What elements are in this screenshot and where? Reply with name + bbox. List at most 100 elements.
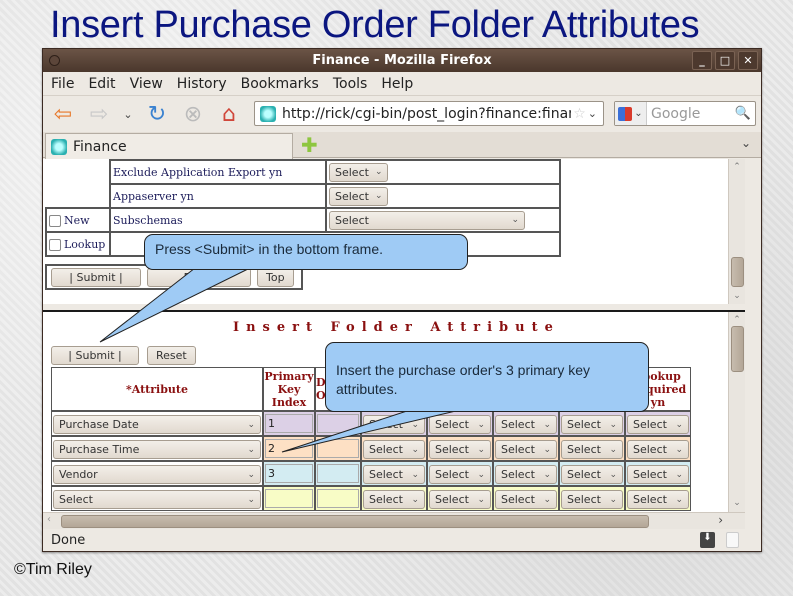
- download-icon[interactable]: ⬇: [700, 532, 715, 548]
- yn-select[interactable]: Select ⌄: [561, 440, 623, 459]
- menu-tools[interactable]: Tools: [333, 76, 368, 92]
- window-menu-icon[interactable]: [49, 55, 60, 66]
- back-icon[interactable]: ⇦: [49, 100, 77, 128]
- yn-select[interactable]: Select ⌄: [363, 490, 425, 509]
- subschemas-select[interactable]: Select ⌄: [329, 210, 525, 230]
- top-button[interactable]: Top: [257, 267, 294, 287]
- lookup-checkbox-cell: Lookup: [45, 231, 111, 257]
- forward-icon[interactable]: ⇨: [85, 100, 113, 128]
- top-scroll-thumb[interactable]: [731, 257, 744, 287]
- search-engine-selector[interactable]: ⌄: [615, 102, 647, 125]
- yn-select[interactable]: Select ⌄: [429, 465, 491, 484]
- menu-history[interactable]: History: [177, 76, 227, 92]
- field-label: Appaserver yn: [109, 183, 327, 209]
- search-input[interactable]: Google: [647, 106, 735, 122]
- status-text: Done: [51, 532, 86, 548]
- scroll-up-icon[interactable]: ⌃: [729, 315, 745, 325]
- display-order-input[interactable]: [317, 489, 359, 508]
- url-bar[interactable]: http://rick/cgi-bin/post_login?finance:f…: [254, 101, 604, 126]
- yn-select[interactable]: Select ⌄: [561, 465, 623, 484]
- scroll-left-icon[interactable]: ‹: [47, 514, 51, 525]
- top-frame-scrollbar[interactable]: ⌃ ⌄: [728, 159, 745, 304]
- appaserver-select[interactable]: Select ⌄: [329, 186, 389, 206]
- primary-key-hint-callout: Insert the purchase order's 3 primary ke…: [325, 342, 649, 412]
- stop-icon[interactable]: ⊗: [179, 100, 207, 128]
- bookmark-star-icon[interactable]: ☆: [573, 106, 586, 122]
- primary-key-index-input[interactable]: 3: [265, 464, 313, 483]
- bottom-submit-button[interactable]: | Submit |: [51, 346, 139, 365]
- attribute-row: Select ⌄ Select ⌄ Select ⌄ Select ⌄ Select ⌄ Selec…: [51, 486, 691, 511]
- search-bar[interactable]: ⌄ Google 🔍: [614, 101, 756, 126]
- yn-select[interactable]: Select ⌄: [495, 440, 557, 459]
- list-all-tabs-icon[interactable]: ⌄: [741, 136, 751, 150]
- attribute-select[interactable]: Vendor ⌄: [53, 465, 261, 484]
- yn-select[interactable]: Select ⌄: [627, 490, 689, 509]
- yn-select[interactable]: Select ⌄: [561, 490, 623, 509]
- primary-key-index-input[interactable]: 1: [265, 414, 313, 433]
- field-label: Subschemas: [109, 207, 327, 233]
- primary-key-index-input[interactable]: 2: [265, 439, 313, 458]
- display-order-input[interactable]: [317, 464, 359, 483]
- attribute-row: Vendor ⌄ 3 Select ⌄ Select ⌄ Select ⌄ Select ⌄ Sele…: [51, 461, 691, 486]
- history-dropdown-icon[interactable]: ⌄: [121, 100, 135, 128]
- attribute-select[interactable]: Select ⌄: [53, 490, 261, 509]
- home-icon[interactable]: ⌂: [215, 100, 243, 128]
- menu-bookmarks[interactable]: Bookmarks: [241, 76, 319, 92]
- exclude-export-select[interactable]: Select ⌄: [329, 162, 389, 182]
- display-order-input[interactable]: [317, 439, 359, 458]
- menu-edit[interactable]: Edit: [88, 76, 115, 92]
- bottom-scroll-thumb[interactable]: [731, 326, 744, 372]
- attribute-select[interactable]: Purchase Time ⌄: [53, 440, 261, 459]
- scroll-right-icon[interactable]: ›: [718, 513, 723, 527]
- top-reset-button[interactable]: Reset: [147, 267, 251, 287]
- yn-select[interactable]: Select ⌄: [627, 415, 689, 434]
- horizontal-scrollbar[interactable]: ‹ ›: [43, 512, 745, 529]
- addon-icon[interactable]: [726, 532, 739, 548]
- primary-key-index-input[interactable]: [265, 489, 313, 508]
- new-tab-icon[interactable]: ✚: [301, 135, 318, 155]
- yn-select[interactable]: Select ⌄: [627, 440, 689, 459]
- search-icon[interactable]: 🔍: [735, 106, 751, 121]
- yn-select[interactable]: Select ⌄: [429, 490, 491, 509]
- status-bar: Done ⬇: [43, 529, 761, 551]
- yn-select[interactable]: Select ⌄: [495, 490, 557, 509]
- close-button[interactable]: ✕: [738, 51, 758, 70]
- yn-select[interactable]: Select ⌄: [429, 440, 491, 459]
- window-title: Finance - Mozilla Firefox: [312, 53, 492, 68]
- yn-select[interactable]: Select ⌄: [363, 465, 425, 484]
- yn-select[interactable]: Select ⌄: [561, 415, 623, 434]
- reload-icon[interactable]: ↻: [143, 100, 171, 128]
- minimize-button[interactable]: _: [692, 51, 712, 70]
- tab-bar: Finance ✚ ⌄: [43, 132, 761, 159]
- tab-site-icon: [51, 138, 67, 155]
- scroll-down-icon[interactable]: ⌄: [729, 291, 745, 301]
- bottom-frame-scrollbar[interactable]: ⌃ ⌄: [728, 312, 745, 512]
- url-input[interactable]: http://rick/cgi-bin/post_login?finance:f…: [282, 106, 571, 122]
- scroll-down-icon[interactable]: ⌄: [729, 498, 745, 508]
- tab-finance[interactable]: Finance: [45, 133, 293, 159]
- yn-select[interactable]: Select ⌄: [363, 415, 425, 434]
- scroll-up-icon[interactable]: ⌃: [729, 162, 745, 172]
- attribute-select[interactable]: Purchase Date ⌄: [53, 415, 261, 434]
- yn-select[interactable]: Select ⌄: [495, 465, 557, 484]
- top-submit-button[interactable]: | Submit |: [51, 267, 141, 287]
- lookup-checkbox[interactable]: [49, 238, 61, 251]
- new-checkbox[interactable]: [49, 214, 61, 227]
- bottom-reset-button[interactable]: Reset: [147, 346, 196, 365]
- display-order-input[interactable]: [317, 414, 359, 433]
- submit-hint-callout: Press <Submit> in the bottom frame.: [144, 234, 468, 270]
- new-checkbox-cell: New: [45, 207, 111, 233]
- google-icon: [618, 106, 633, 121]
- yn-select[interactable]: Select ⌄: [363, 440, 425, 459]
- url-dropdown-icon[interactable]: ⌄: [588, 107, 597, 120]
- attribute-row: Purchase Time ⌄ 2 Select ⌄ Select ⌄ Select ⌄ Sele…: [51, 436, 691, 461]
- menu-help[interactable]: Help: [381, 76, 413, 92]
- yn-select[interactable]: Select ⌄: [627, 465, 689, 484]
- maximize-button[interactable]: □: [715, 51, 735, 70]
- yn-select[interactable]: Select ⌄: [495, 415, 557, 434]
- menu-view[interactable]: View: [130, 76, 163, 92]
- yn-select[interactable]: Select ⌄: [429, 415, 491, 434]
- menu-file[interactable]: File: [51, 76, 74, 92]
- horizontal-scroll-thumb[interactable]: [61, 515, 649, 528]
- menu-bar: File Edit View History Bookmarks Tools H…: [43, 72, 761, 96]
